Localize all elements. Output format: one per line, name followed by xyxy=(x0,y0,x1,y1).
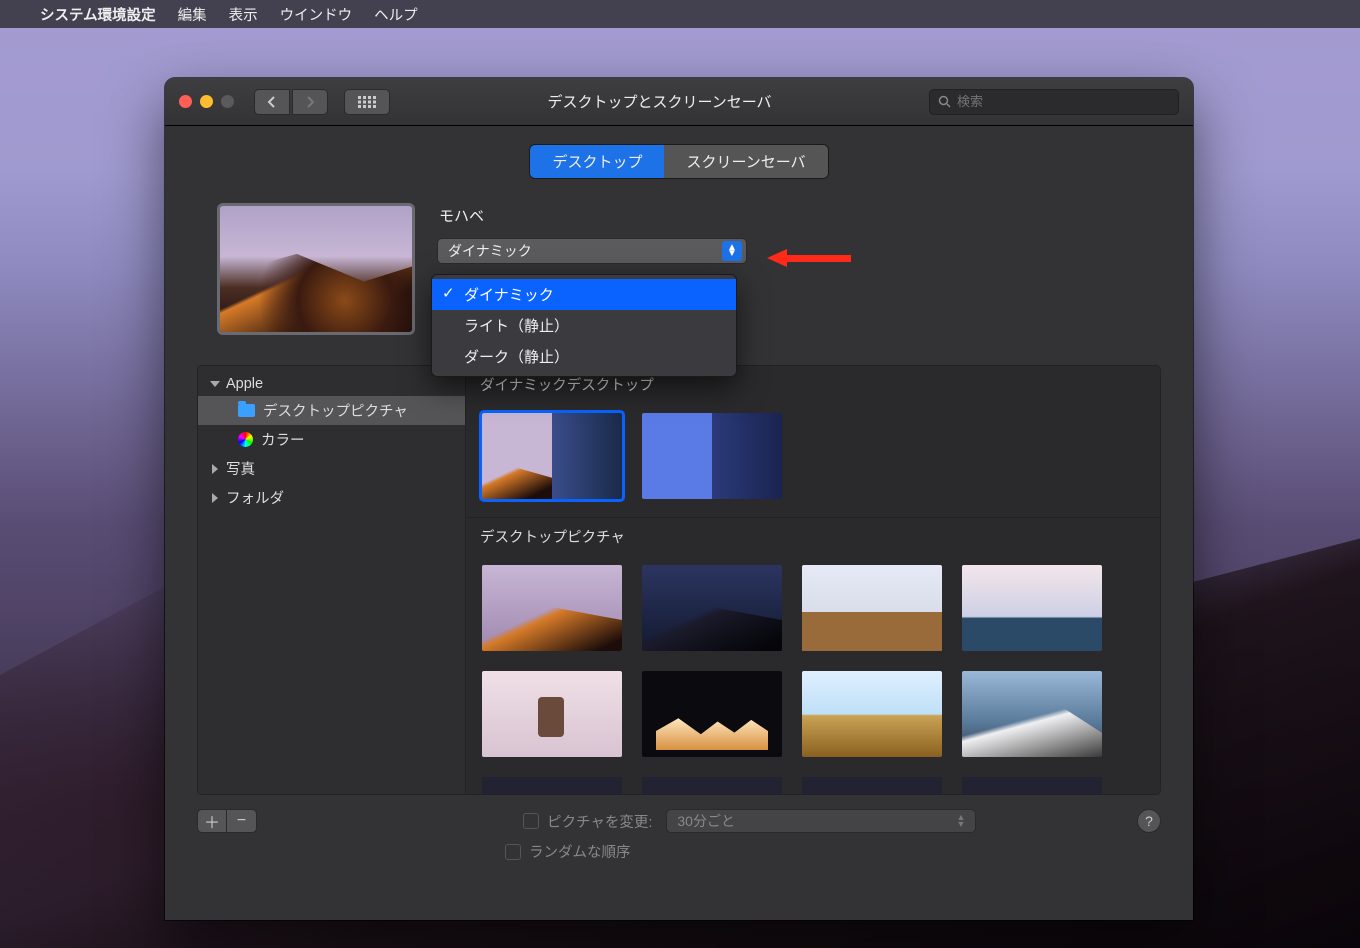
source-colors[interactable]: カラー xyxy=(198,425,465,454)
dropdown-option-light[interactable]: ライト（静止） xyxy=(432,310,736,341)
folder-icon xyxy=(238,404,255,417)
grid-icon xyxy=(358,96,376,108)
bottom-controls: ＋ − ピクチャを変更: 30分ごと ▲▼ ? xyxy=(197,809,1161,833)
menubar-item-view[interactable]: 表示 xyxy=(229,4,258,25)
minimize-button[interactable] xyxy=(200,95,213,108)
checkbox-icon xyxy=(505,844,521,860)
thumb-desert[interactable] xyxy=(802,565,942,651)
wallpaper-preview xyxy=(217,203,415,335)
thumb-lake[interactable] xyxy=(962,565,1102,651)
source-label: フォルダ xyxy=(226,487,284,508)
add-remove-buttons: ＋ − xyxy=(197,809,257,833)
disclosure-triangle-icon xyxy=(210,381,220,387)
traffic-lights xyxy=(179,95,234,108)
thumbnail-pane[interactable]: ダイナミックデスクトップ デスクトップピクチャ xyxy=(466,366,1160,794)
select-value: ダイナミック xyxy=(448,243,532,259)
source-label: デスクトップピクチャ xyxy=(263,400,408,421)
change-picture-checkbox[interactable]: ピクチャを変更: xyxy=(523,811,652,832)
preferences-window: デスクトップとスクリーンセーバ デスクトップ スクリーンセーバ モハベ ダイナミ… xyxy=(165,78,1193,920)
appearance-mode-select[interactable]: ダイナミック ▲▼ xyxy=(437,238,747,264)
checkbox-label: ピクチャを変更: xyxy=(547,811,652,832)
help-button[interactable]: ? xyxy=(1137,809,1161,833)
search-icon xyxy=(938,95,951,108)
source-desktop-pictures[interactable]: デスクトップピクチャ xyxy=(198,396,465,425)
menubar: システム環境設定 編集 表示 ウインドウ ヘルプ xyxy=(0,0,1360,28)
color-wheel-icon xyxy=(238,432,253,447)
back-button[interactable] xyxy=(254,89,290,115)
chevron-right-icon xyxy=(305,96,315,108)
change-interval-select: 30分ごと ▲▼ xyxy=(666,809,976,833)
menubar-item-edit[interactable]: 編集 xyxy=(178,4,207,25)
thumb-mojave-day[interactable] xyxy=(482,565,622,651)
close-button[interactable] xyxy=(179,95,192,108)
thumb-partial[interactable] xyxy=(802,777,942,794)
chevron-left-icon xyxy=(267,96,277,108)
wallpaper-browser: Apple デスクトップピクチャ カラー 写真 フォルダ ダイナミックデスクトッ… xyxy=(197,365,1161,795)
dropdown-option-dynamic[interactable]: ダイナミック xyxy=(432,279,736,310)
show-all-button[interactable] xyxy=(344,89,390,115)
disclosure-triangle-icon xyxy=(212,493,218,503)
thumb-wave[interactable] xyxy=(962,671,1102,757)
disclosure-triangle-icon xyxy=(212,464,218,474)
appearance-mode-dropdown: ダイナミック ライト（静止） ダーク（静止） xyxy=(431,274,737,377)
thumb-partial[interactable] xyxy=(642,777,782,794)
search-field[interactable] xyxy=(929,89,1179,115)
window-title: デスクトップとスクリーンセーバ xyxy=(400,91,919,112)
dropdown-option-dark[interactable]: ダーク（静止） xyxy=(432,341,736,372)
tab-desktop[interactable]: デスクトップ xyxy=(530,145,664,178)
thumb-cave[interactable] xyxy=(642,671,782,757)
source-group-photos[interactable]: 写真 xyxy=(198,454,465,483)
nav-buttons xyxy=(254,89,328,115)
source-group-apple[interactable]: Apple xyxy=(198,372,465,396)
source-label: Apple xyxy=(226,376,263,392)
updown-caret-icon: ▲▼ xyxy=(722,241,742,261)
annotation-arrow xyxy=(767,249,851,267)
zoom-button xyxy=(221,95,234,108)
remove-folder-button: − xyxy=(227,809,257,833)
wallpaper-name: モハベ xyxy=(439,205,1141,226)
add-folder-button[interactable]: ＋ xyxy=(197,809,227,833)
menubar-item-window[interactable]: ウインドウ xyxy=(280,4,353,25)
interval-value: 30分ごと xyxy=(677,811,735,831)
thumb-dunes[interactable] xyxy=(802,671,942,757)
source-label: カラー xyxy=(261,429,305,450)
tab-bar: デスクトップ スクリーンセーバ xyxy=(165,144,1193,179)
thumb-mojave-dynamic[interactable] xyxy=(482,413,622,499)
source-list: Apple デスクトップピクチャ カラー 写真 フォルダ xyxy=(198,366,466,794)
arrow-left-icon xyxy=(767,249,787,267)
checkbox-icon xyxy=(523,813,539,829)
updown-caret-icon: ▲▼ xyxy=(956,814,965,828)
titlebar: デスクトップとスクリーンセーバ xyxy=(165,78,1193,126)
source-group-folders[interactable]: フォルダ xyxy=(198,483,465,512)
menubar-appname[interactable]: システム環境設定 xyxy=(40,4,156,25)
forward-button xyxy=(292,89,328,115)
source-label: 写真 xyxy=(226,458,255,479)
menubar-item-help[interactable]: ヘルプ xyxy=(374,4,418,25)
thumb-mojave-night[interactable] xyxy=(642,565,782,651)
random-order-checkbox: ランダムな順序 xyxy=(505,841,631,862)
search-input[interactable] xyxy=(957,94,1170,109)
thumb-rock[interactable] xyxy=(482,671,622,757)
thumb-solar-gradients[interactable] xyxy=(642,413,782,499)
thumb-partial[interactable] xyxy=(962,777,1102,794)
tab-screensaver[interactable]: スクリーンセーバ xyxy=(664,145,827,178)
checkbox-label: ランダムな順序 xyxy=(529,841,631,862)
thumb-partial[interactable] xyxy=(482,777,622,794)
section-pictures: デスクトップピクチャ xyxy=(466,517,1160,555)
